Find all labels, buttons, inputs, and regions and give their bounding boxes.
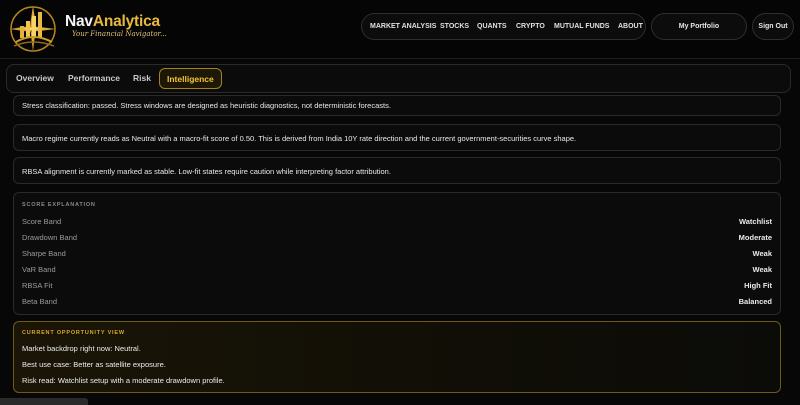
score-row-value: Moderate [738,233,772,242]
tab-bar: Overview Performance Risk Intelligence [6,64,791,93]
score-row: RBSA Fit High Fit [22,281,772,293]
score-row-label: Beta Band [22,297,58,306]
score-row: Sharpe Band Weak [22,249,772,261]
score-row-value: Weak [752,249,772,258]
score-row-value: Balanced [738,297,772,306]
score-row-label: Sharpe Band [22,249,66,258]
score-row-value: High Fit [744,281,772,290]
macro-note-card: Macro regime currently reads as Neutral … [13,124,781,151]
logo[interactable]: NavAnalytica Your Financial Navigator... [6,2,167,56]
score-explanation-title: SCORE EXPLANATION [22,202,96,208]
top-header: NavAnalytica Your Financial Navigator...… [0,0,800,58]
nav-about[interactable]: ABOUT [618,14,643,39]
nav-quants[interactable]: QUANTS [477,14,507,39]
opportunity-line: Risk read: Watchlist setup with a modera… [22,376,225,385]
score-explanation-card: SCORE EXPLANATION Score Band Watchlist D… [13,192,781,315]
score-row: VaR Band Weak [22,265,772,277]
brand-tagline: Your Financial Navigator... [72,30,167,38]
opportunity-line: Market backdrop right now: Neutral. [22,344,141,353]
header-divider [0,58,800,59]
opportunity-line: Best use case: Better as satellite expos… [22,360,166,369]
logo-icon [9,5,57,53]
stress-note-card: Stress classification: passed. Stress wi… [13,95,781,116]
rbsa-note-card: RBSA alignment is currently marked as st… [13,157,781,184]
nav-crypto[interactable]: CRYPTO [516,14,545,39]
stress-note-text: Stress classification: passed. Stress wi… [22,101,391,110]
score-row-value: Watchlist [738,217,772,226]
my-portfolio-button[interactable]: My Portfolio [651,13,747,40]
score-row-label: Score Band [22,217,62,226]
macro-note-text: Macro regime currently reads as Neutral … [22,134,577,143]
main-nav: MARKET ANALYSIS STOCKS QUANTS CRYPTO MUT… [361,13,646,40]
tab-overview[interactable]: Overview [16,68,54,89]
status-bar [0,398,88,405]
nav-market-analysis[interactable]: MARKET ANALYSIS [370,14,436,39]
nav-stocks[interactable]: STOCKS [440,14,469,39]
tab-performance[interactable]: Performance [68,68,120,89]
score-row-label: Drawdown Band [22,233,78,242]
tab-intelligence[interactable]: Intelligence [159,68,222,89]
score-row-label: RBSA Fit [22,281,53,290]
rbsa-note-text: RBSA alignment is currently marked as st… [22,167,391,176]
opportunity-view-title: CURRENT OPPORTUNITY VIEW [22,330,125,336]
score-row-label: VaR Band [22,265,56,274]
score-row: Beta Band Balanced [22,297,772,309]
opportunity-view-card: CURRENT OPPORTUNITY VIEW Market backdrop… [13,321,781,393]
sign-out-button[interactable]: Sign Out [752,13,794,40]
score-row: Drawdown Band Moderate [22,233,772,245]
tab-risk[interactable]: Risk [133,68,151,89]
brand-name: NavAnalytica [65,13,160,30]
nav-mutual-funds[interactable]: MUTUAL FUNDS [554,14,609,39]
score-row-value: Weak [752,265,772,274]
score-row: Score Band Watchlist [22,217,772,229]
